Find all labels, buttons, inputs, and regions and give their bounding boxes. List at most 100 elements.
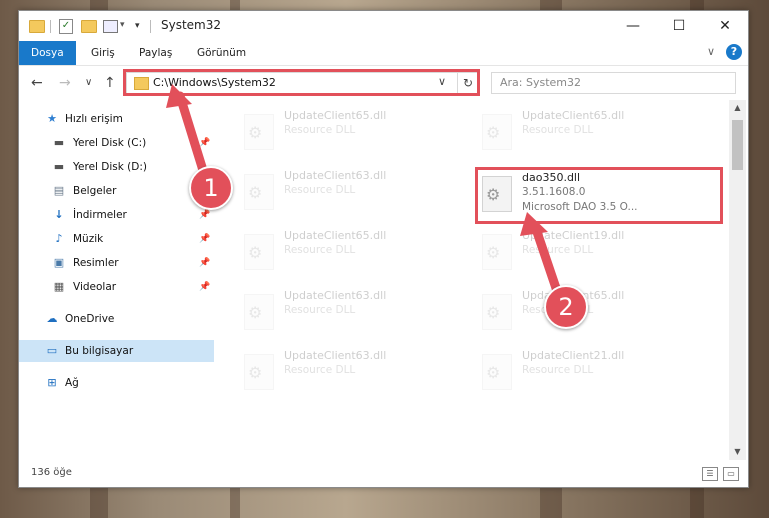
star-icon: ★ — [47, 112, 57, 125]
sidebar-item-disk-d[interactable]: ▬ Yerel Disk (D:) — [19, 156, 214, 178]
ribbon: Dosya Giriş Paylaş Görünüm ∨ ? — [19, 41, 748, 66]
sidebar-item-resimler[interactable]: ▣ Resimler 📌 — [19, 252, 214, 274]
forward-button[interactable]: → — [59, 75, 71, 91]
file-item[interactable]: ⚙ UpdateClient65.dll Resource DLL — [236, 226, 466, 274]
dll-file-icon: ⚙ — [244, 294, 274, 330]
pin-icon: 📌 — [199, 282, 211, 292]
file-list: ⚙ UpdateClient65.dll Resource DLL ⚙ Upda… — [224, 100, 729, 460]
sidebar-item-belgeler[interactable]: ▤ Belgeler 📌 — [19, 180, 214, 202]
sidebar-item-label: Müzik — [73, 233, 104, 245]
expand-ribbon-icon[interactable]: ∨ — [707, 45, 715, 58]
sidebar-item-disk-c[interactable]: ▬ Yerel Disk (C:) 📌 — [19, 132, 214, 154]
file-item[interactable]: ⚙ UpdateClient19.dll Resource DLL — [474, 226, 704, 274]
dll-file-icon: ⚙ — [482, 234, 512, 270]
file-type: Resource DLL — [522, 364, 594, 376]
scroll-down-button[interactable]: ▼ — [729, 444, 746, 460]
pin-icon: 📌 — [199, 234, 211, 244]
title-bar: ✓ ▾ ▾ System32 — ☐ ✕ — [19, 11, 748, 41]
sidebar-item-this-pc[interactable]: ▭ Bu bilgisayar — [19, 340, 214, 362]
sidebar-item-onedrive[interactable]: ☁ OneDrive — [19, 308, 214, 330]
dll-file-icon: ⚙ — [482, 294, 512, 330]
sidebar-item-videolar[interactable]: ▦ Videolar 📌 — [19, 276, 214, 298]
file-item[interactable]: ⚙ UpdateClient65.dll Resource DLL — [236, 106, 466, 154]
file-item[interactable]: ⚙ UpdateClient65.dll Resource DLL — [474, 106, 704, 154]
status-bar: 136 öğe ☰ ▭ — [19, 462, 748, 486]
file-item[interactable]: ⚙ UpdateClient21.dll Resource DLL — [474, 346, 704, 394]
file-item[interactable]: ⚙ UpdateClient63.dll Resource DLL — [236, 286, 466, 334]
documents-icon: ▤ — [53, 184, 65, 197]
file-item[interactable]: ⚙ UpdateClient63.dll Resource DLL — [236, 166, 466, 214]
sidebar-item-muzik[interactable]: ♪ Müzik 📌 — [19, 228, 214, 250]
address-highlight-box — [123, 69, 480, 96]
tab-dosya[interactable]: Dosya — [19, 41, 76, 65]
sidebar-item-label: Bu bilgisayar — [65, 345, 134, 357]
up-button[interactable]: ↑ — [104, 75, 116, 91]
sidebar-item-label: Videolar — [73, 281, 117, 293]
folder-icon — [29, 20, 45, 33]
navigation-bar: ← → ∨ ↑ C:\Windows\System32 ∨ ↻ Ara: Sys… — [19, 66, 748, 100]
sidebar-item-label: Ağ — [65, 377, 79, 389]
download-icon: ↓ — [54, 208, 64, 221]
vertical-scrollbar[interactable]: ▲ ▼ — [729, 100, 746, 460]
dll-file-icon: ⚙ — [244, 114, 274, 150]
file-highlight-box — [475, 167, 723, 224]
pin-icon: 📌 — [199, 138, 211, 148]
explorer-window: ✓ ▾ ▾ System32 — ☐ ✕ Dosya Giriş Paylaş … — [18, 10, 749, 488]
sidebar-item-label: OneDrive — [65, 313, 115, 325]
recent-locations-button[interactable]: ∨ — [85, 77, 92, 88]
file-name: UpdateClient21.dll — [522, 349, 625, 362]
large-icons-view-icon[interactable]: ▭ — [723, 467, 739, 481]
navigation-pane: ★ Hızlı erişim ▬ Yerel Disk (C:) 📌 ▬ Yer… — [19, 100, 214, 460]
file-type: Resource DLL — [284, 124, 356, 136]
file-item[interactable]: ⚙ UpdateClient65.dll Resource DLL — [474, 286, 704, 334]
tab-gorunum[interactable]: Görünüm — [189, 41, 254, 65]
chevron-down-icon[interactable]: ▾ — [120, 20, 125, 30]
dll-file-icon: ⚙ — [244, 234, 274, 270]
sidebar-item-label: Hızlı erişim — [65, 113, 123, 125]
tab-paylas[interactable]: Paylaş — [131, 41, 180, 65]
maximize-button[interactable]: ☐ — [656, 11, 702, 41]
dll-file-icon: ⚙ — [244, 174, 274, 210]
properties-check-icon[interactable]: ✓ — [59, 19, 73, 34]
drive-icon: ▬ — [53, 160, 65, 173]
tab-giris[interactable]: Giriş — [83, 41, 123, 65]
item-count: 136 öğe — [31, 467, 72, 478]
customize-icon[interactable] — [103, 20, 118, 33]
sidebar-item-label: İndirmeler — [73, 209, 127, 221]
file-name: UpdateClient65.dll — [284, 229, 387, 242]
dll-file-icon: ⚙ — [244, 354, 274, 390]
file-name: UpdateClient65.dll — [522, 109, 625, 122]
minimize-button[interactable]: — — [610, 11, 656, 41]
details-view-icon[interactable]: ☰ — [702, 467, 718, 481]
step-2-badge: 2 — [544, 285, 588, 329]
sidebar-item-label: Belgeler — [73, 185, 117, 197]
dll-file-icon: ⚙ — [482, 354, 512, 390]
pictures-icon: ▣ — [53, 256, 65, 269]
divider — [50, 20, 51, 33]
divider — [150, 20, 151, 33]
search-input[interactable]: Ara: System32 — [500, 76, 581, 89]
search-box[interactable]: Ara: System32 — [491, 72, 736, 94]
computer-icon: ▭ — [46, 344, 58, 357]
sidebar-item-indirmeler[interactable]: ↓ İndirmeler 📌 — [19, 204, 214, 226]
dll-file-icon: ⚙ — [482, 114, 512, 150]
music-icon: ♪ — [55, 232, 63, 245]
back-button[interactable]: ← — [31, 75, 43, 91]
file-type: Resource DLL — [284, 364, 356, 376]
sidebar-item-label: Resimler — [73, 257, 119, 269]
sidebar-item-quick-access[interactable]: ★ Hızlı erişim — [19, 108, 214, 130]
file-item[interactable]: ⚙ UpdateClient63.dll Resource DLL — [236, 346, 466, 394]
quick-access-toolbar-dropdown[interactable]: ▾ — [135, 21, 140, 31]
file-type: Resource DLL — [522, 244, 594, 256]
help-icon[interactable]: ? — [726, 44, 742, 60]
new-folder-icon[interactable] — [81, 20, 97, 33]
sidebar-item-network[interactable]: ⊞ Ağ — [19, 372, 214, 394]
window-title: System32 — [161, 18, 222, 32]
file-type: Resource DLL — [284, 304, 356, 316]
close-button[interactable]: ✕ — [702, 11, 748, 41]
scroll-thumb[interactable] — [732, 120, 743, 170]
scroll-up-button[interactable]: ▲ — [729, 100, 746, 116]
file-type: Resource DLL — [284, 244, 356, 256]
sidebar-item-label: Yerel Disk (D:) — [73, 161, 147, 173]
file-name: UpdateClient63.dll — [284, 289, 387, 302]
